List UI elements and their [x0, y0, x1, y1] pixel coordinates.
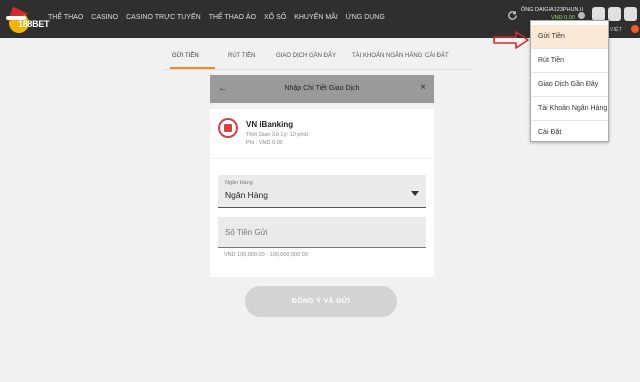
menu-item-bank-accounts[interactable]: Tài Khoản Ngân Hàng: [531, 97, 608, 121]
tabs-divider: [163, 69, 473, 70]
main-nav: THỂ THAO CASINO CASINO TRỰC TUYẾN THỂ TH…: [48, 14, 385, 21]
menu-item-recent-transactions[interactable]: Giao Dịch Gần Đây: [531, 73, 608, 97]
logo[interactable]: 188BET: [3, 2, 50, 36]
deposit-amount-input[interactable]: [218, 217, 426, 248]
nav-item-apps[interactable]: ỨNG DỤNG: [346, 14, 385, 21]
bank-select-label: Ngân Hàng: [225, 180, 253, 186]
panel-title: Nhập Chi Tiết Giao Dịch: [284, 85, 360, 92]
tab-bank-accounts[interactable]: TÀI KHOẢN NGÂN HÀNG: [352, 53, 422, 59]
payment-method-name: VN iBanking: [246, 120, 294, 129]
amount-range-hint: VND 100,000.00 - 100,000,000.00: [224, 252, 308, 258]
info-icon[interactable]: [592, 7, 605, 21]
nav-item-live-casino[interactable]: CASINO TRỰC TUYẾN: [126, 14, 201, 21]
nav-item-virtual-sports[interactable]: THỂ THAO ẢO: [209, 14, 256, 21]
notification-badge: [631, 25, 639, 33]
account-dropdown-menu: Gửi Tiền Rút Tiền Giao Dịch Gần Đây Tài …: [530, 20, 609, 142]
mail-icon[interactable]: [608, 7, 621, 21]
tab-settings[interactable]: CÀI ĐẶT: [425, 53, 449, 59]
menu-item-label: Gửi Tiền: [538, 33, 565, 40]
red-arrow-icon: [493, 31, 529, 49]
panel-header: ← Nhập Chi Tiết Giao Dịch ×: [210, 75, 434, 103]
menu-item-label: Tài Khoản Ngân Hàng: [538, 105, 608, 112]
menu-item-label: Rút Tiền: [538, 57, 565, 64]
chevron-down-icon[interactable]: [411, 191, 419, 196]
nav-item-casino[interactable]: CASINO: [91, 14, 118, 21]
menu-item-label: Giao Dịch Gần Đây: [538, 81, 599, 88]
fee-text: Phí : VND 0.00: [246, 140, 283, 146]
tab-recent-transactions[interactable]: GIAO DỊCH GẦN ĐÂY: [276, 53, 336, 59]
tab-withdraw[interactable]: RÚT TIỀN: [228, 53, 255, 59]
tab-deposit[interactable]: GỬI TIỀN: [172, 53, 199, 59]
account-username[interactable]: ÔNG DAIGIA123PHUN.II: [521, 7, 583, 13]
nav-item-sports[interactable]: THỂ THAO: [48, 14, 83, 21]
refresh-icon[interactable]: [507, 10, 518, 21]
close-icon[interactable]: ×: [420, 82, 426, 93]
section-divider: [210, 158, 434, 159]
bank-select[interactable]: Ngân Hàng Ngân Hàng: [218, 175, 426, 208]
nav-item-lottery[interactable]: XỔ SỐ: [264, 14, 286, 21]
deposit-amount-field[interactable]: [218, 217, 426, 248]
account-menu-toggle-icon[interactable]: [578, 12, 585, 19]
menu-item-label: Cài Đặt: [538, 129, 562, 136]
logo-text: 188BET: [18, 19, 50, 29]
menu-item-deposit[interactable]: Gửi Tiền: [531, 25, 608, 49]
menu-item-withdraw[interactable]: Rút Tiền: [531, 49, 608, 73]
submit-button[interactable]: ĐỒNG Ý VÀ GỬI: [245, 286, 397, 317]
bank-icon: [218, 118, 238, 138]
user-icon[interactable]: [624, 7, 637, 21]
bank-select-value: Ngân Hàng: [225, 190, 269, 200]
processing-time: Thời Gian Xử Lý: 10 phút: [246, 132, 309, 138]
nav-item-promotions[interactable]: KHUYẾN MÃI: [294, 14, 338, 21]
menu-item-settings[interactable]: Cài Đặt: [531, 121, 608, 145]
